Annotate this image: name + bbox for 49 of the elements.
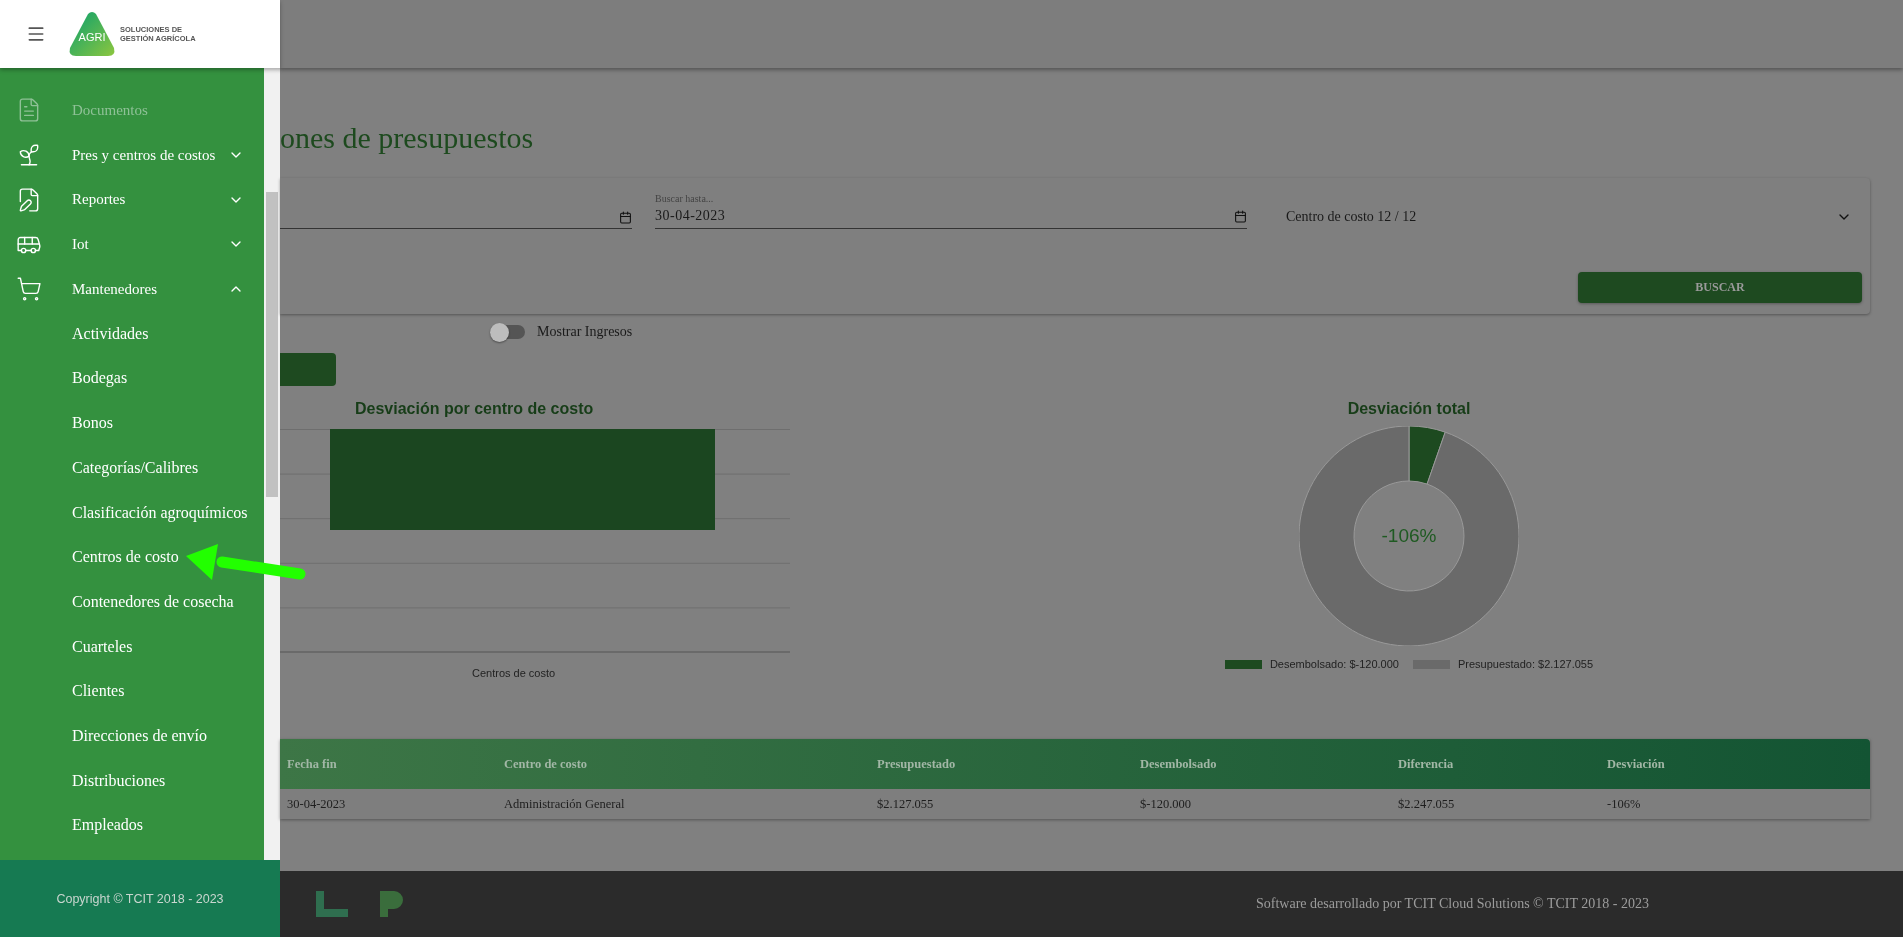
calendar-icon[interactable] [619, 211, 632, 224]
column-header: Centro de costo [504, 756, 589, 772]
column-header: Diferencia [1398, 756, 1455, 772]
submenu-item[interactable]: Actividades [0, 311, 264, 357]
legend-label: Desembolsado: $-120.000 [1269, 658, 1399, 670]
search-button[interactable]: BUSCAR [1578, 272, 1862, 303]
menu-item-icon [16, 276, 42, 303]
table-cell-text: $2.127.055 [877, 796, 935, 812]
submenu-item[interactable]: Clasificación agroquímicos [0, 490, 264, 535]
axis-label: Centros de costo [472, 667, 557, 679]
menu-item[interactable]: Reportes [0, 177, 264, 223]
column-header: Desembolsado [1140, 756, 1218, 772]
column-header: Desviación [1607, 756, 1666, 772]
toggle-label: Mostrar Ingresos [537, 324, 633, 340]
legend-label: Presupuestado: $2.127.055 [1457, 658, 1594, 670]
submenu-item[interactable]: Contenedores de cosecha [0, 579, 264, 625]
table-cell-text: $2.247.055 [1398, 796, 1456, 812]
table-cell-text: Administración General [504, 796, 626, 812]
chart-title: Desviación por centro de costo [355, 400, 595, 418]
cost-center-select[interactable]: Centro de costo 12 / 12 [1286, 209, 1862, 229]
donut-center-label: -106% [1381, 525, 1437, 548]
scrollbar[interactable] [264, 68, 280, 860]
legend-swatch [1224, 659, 1262, 669]
date-field[interactable]: Buscar hasta... 30-04-2023 [655, 192, 1247, 229]
submenu-item[interactable]: Cuarteles [0, 624, 264, 669]
calendar-icon[interactable] [1234, 209, 1247, 223]
menu-icon[interactable] [26, 24, 46, 44]
logo-text: AGRI [78, 31, 106, 43]
submenu-item[interactable]: Distribuciones [0, 758, 264, 803]
submenu-item[interactable]: Bodegas [0, 356, 264, 401]
column-header: Fecha fin [287, 756, 338, 772]
submenu-item[interactable]: Centros de costo [0, 534, 264, 580]
submenu-item[interactable]: Empleados [0, 803, 264, 848]
submenu-item[interactable]: Bonos [0, 400, 264, 446]
submenu-item[interactable]: Direcciones de envío [0, 713, 264, 759]
toggle-switch[interactable] [490, 325, 525, 339]
page-title: ones de presupuestos [280, 120, 535, 156]
submenu-item[interactable]: Categorías/Calibres [0, 445, 264, 491]
menu-item[interactable]: Iot [0, 222, 264, 267]
submenu-item[interactable]: Clientes [0, 668, 264, 714]
chart-title: Desviación total [1347, 400, 1471, 418]
footer-text: Software desarrollado por TCIT Cloud Solutions © TCIT 2018 - 2023 [1255, 896, 1649, 912]
copyright-text: Copyright © TCIT 2018 - 2023 [0, 860, 280, 937]
table-cell-text: $-120.000 [1140, 796, 1193, 812]
column-header: Presupuestado [877, 756, 957, 772]
menu-item[interactable]: Mantenedores [0, 266, 264, 312]
table-cell-text: -106% [1607, 796, 1642, 812]
table-cell-text: 30-04-2023 [287, 796, 347, 812]
menu-item[interactable]: Pres y centros de costos [0, 132, 264, 178]
